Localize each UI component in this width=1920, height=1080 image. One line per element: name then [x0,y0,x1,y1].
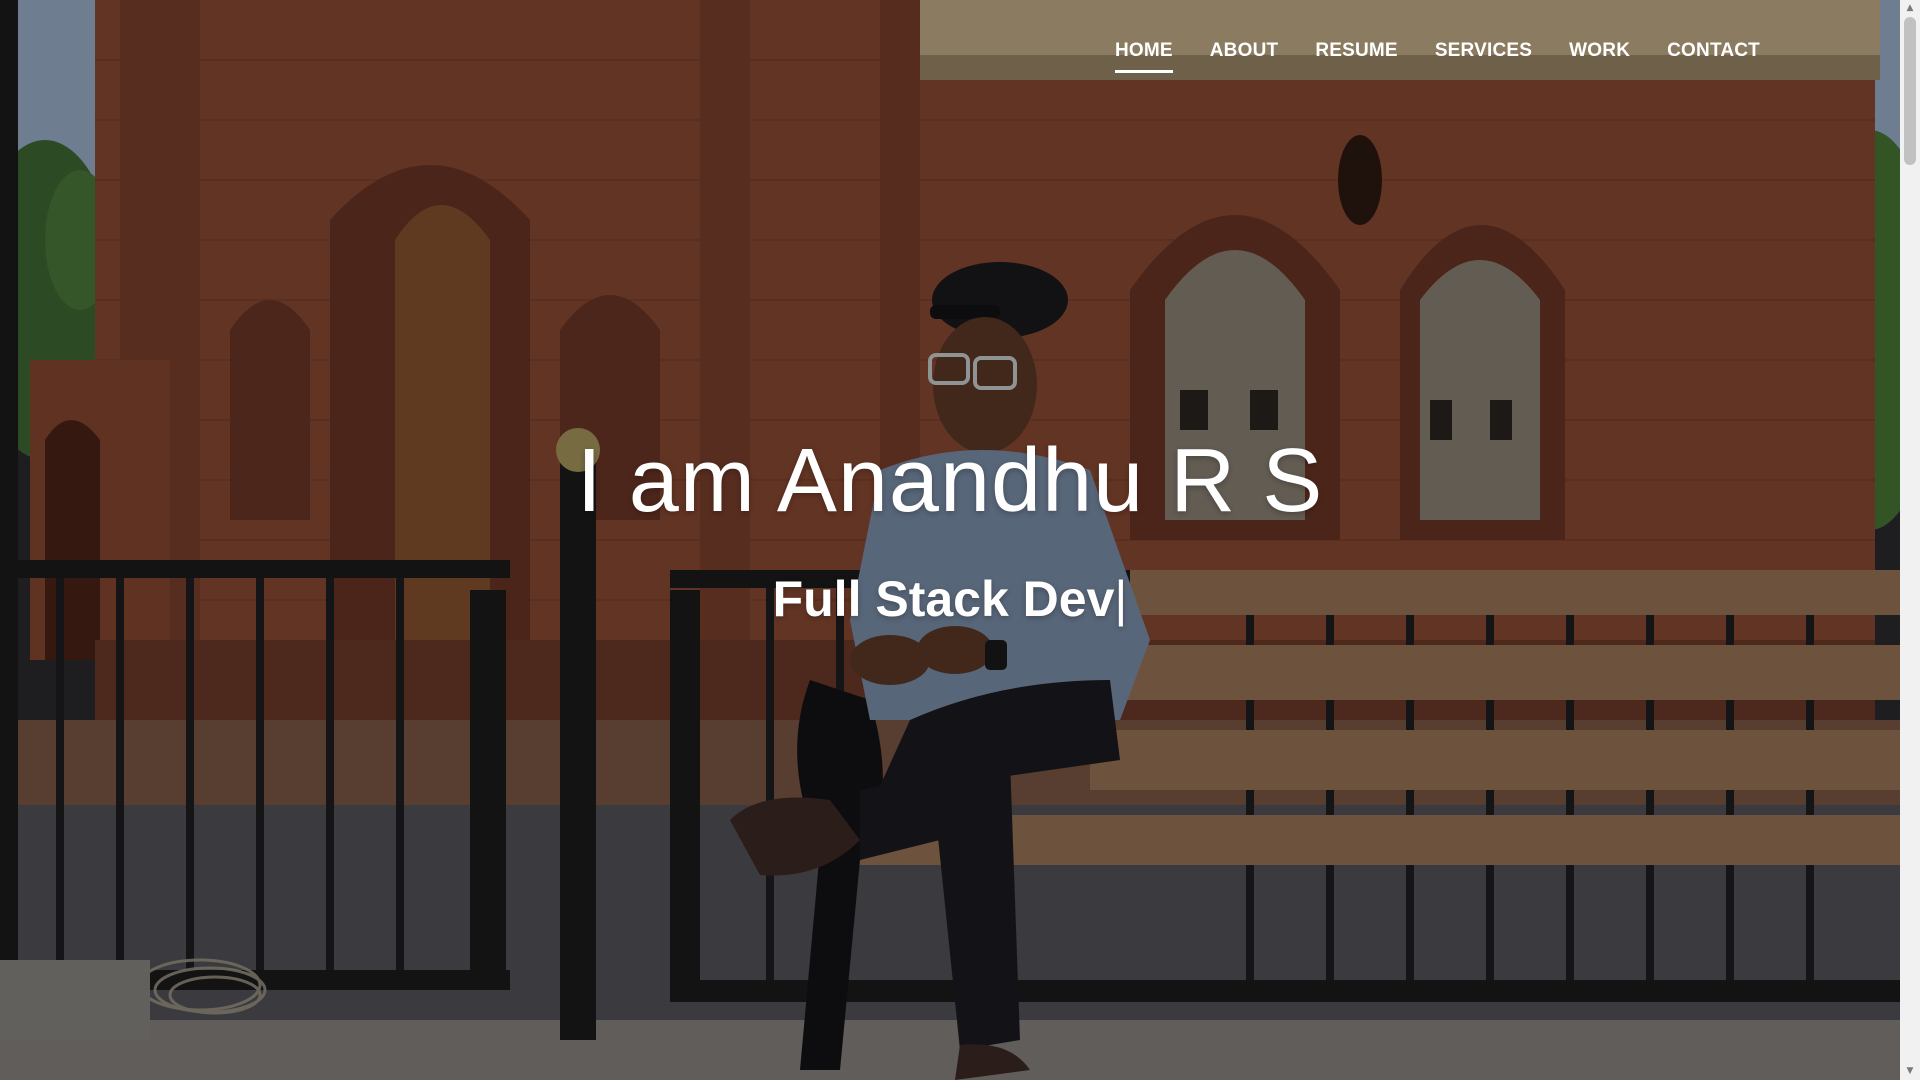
chevron-up-icon[interactable]: ▲ [1900,0,1920,17]
nav-item-about: ABOUT [1210,40,1279,73]
typed-role-text: Full Stack Dev [772,571,1115,627]
main-navigation: HOME ABOUT RESUME SERVICES WORK CONTACT [1114,40,1760,73]
nav-link-home[interactable]: HOME [1114,40,1173,73]
nav-link-services[interactable]: SERVICES [1435,40,1532,73]
nav-item-home: HOME [1114,40,1173,73]
scrollbar-thumb[interactable] [1904,17,1916,165]
nav-item-resume: RESUME [1315,40,1398,73]
nav-link-work[interactable]: WORK [1569,40,1630,73]
nav-item-work: WORK [1569,40,1630,73]
nav-link-about[interactable]: ABOUT [1210,40,1279,73]
nav-item-contact: CONTACT [1667,40,1760,73]
hero-page: HOME ABOUT RESUME SERVICES WORK CONTACT … [0,0,1920,1080]
chevron-down-icon[interactable]: ▼ [1900,1063,1920,1080]
typing-cursor: | [1114,571,1128,627]
hero-dark-overlay [0,0,1900,1080]
hero-title: I am Anandhu R S [576,431,1324,531]
nav-link-resume[interactable]: RESUME [1315,40,1398,73]
hero-subtitle: Full Stack Dev| [0,570,1900,628]
vertical-scrollbar[interactable]: ▲ ▼ [1900,0,1920,1080]
nav-link-contact[interactable]: CONTACT [1667,40,1760,73]
nav-item-services: SERVICES [1435,40,1532,73]
